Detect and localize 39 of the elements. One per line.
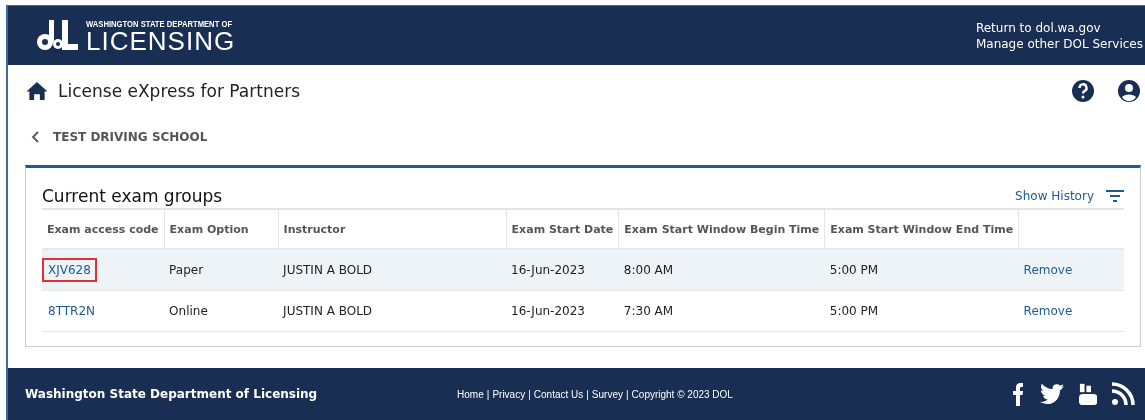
table-cell: 16-Jun-2023 <box>506 249 619 291</box>
link-separator: | <box>486 388 490 400</box>
table-cell: JUSTIN A BOLD <box>278 249 507 291</box>
header-link[interactable]: Return to dol.wa.gov <box>975 20 1143 35</box>
breadcrumb-link[interactable]: TEST DRIVING SCHOOL <box>53 130 208 144</box>
link-separator: | <box>626 388 629 400</box>
app-title: License eXpress for Partners <box>58 81 300 101</box>
table-cell: 8:00 AM <box>618 249 825 291</box>
link-separator: | <box>586 388 589 400</box>
filter-icon[interactable] <box>1106 189 1124 203</box>
table-cell: 16-Jun-2023 <box>506 290 619 332</box>
footer-agency: Washington State Department of Licensing <box>25 387 319 401</box>
link-separator: | <box>528 388 531 400</box>
rss-icon[interactable] <box>1111 382 1135 406</box>
copyright-text: Copyright © 2023 DOL <box>631 388 733 400</box>
table-cell: 7:30 AM <box>618 290 825 332</box>
exam-code-link[interactable]: 8TTR2N <box>42 299 102 323</box>
table-cell: 5:00 PM <box>824 290 1019 332</box>
help-icon[interactable] <box>1071 79 1095 103</box>
agency-name: LICENSING <box>86 28 237 53</box>
exam-code-link[interactable]: XJV628 <box>42 258 97 282</box>
footer-link[interactable]: Contact Us <box>533 388 584 400</box>
table-cell: Online <box>164 290 279 332</box>
header-link[interactable]: Manage other DOL Services <box>975 36 1143 51</box>
remove-link[interactable]: Remove <box>1023 304 1073 318</box>
table-cell: 5:00 PM <box>824 249 1019 291</box>
footer-link[interactable]: Survey <box>591 388 623 400</box>
show-history-link[interactable]: Show History <box>1015 189 1094 203</box>
table-cell: JUSTIN A BOLD <box>278 290 507 332</box>
remove-link[interactable]: Remove <box>1023 263 1073 277</box>
footer-link[interactable]: Privacy <box>492 388 526 400</box>
footer-link[interactable]: Home <box>457 388 484 400</box>
home-icon[interactable] <box>26 81 48 101</box>
table-cell: Paper <box>164 249 279 291</box>
card-title: Current exam groups <box>42 186 223 206</box>
user-account-icon[interactable] <box>1117 79 1141 103</box>
twitter-icon[interactable] <box>1038 382 1065 406</box>
agency-line: WASHINGTON STATE DEPARTMENT OF <box>86 18 233 29</box>
back-chevron-icon[interactable] <box>31 131 39 143</box>
